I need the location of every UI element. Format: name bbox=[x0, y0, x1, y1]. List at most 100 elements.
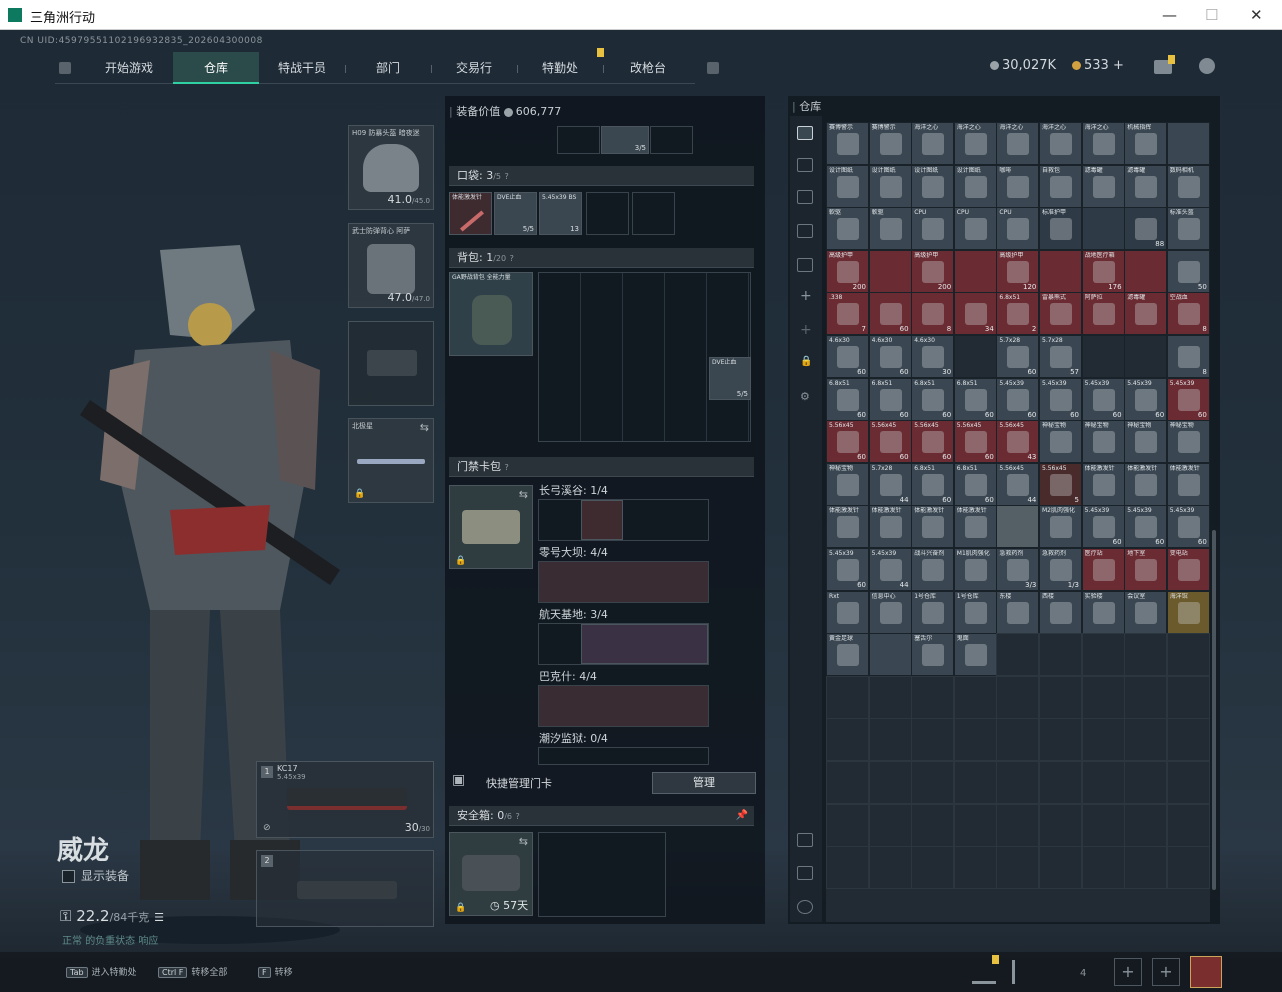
keycard-item[interactable] bbox=[581, 624, 708, 664]
stash-item[interactable]: 5.45x39 60 bbox=[996, 377, 1040, 421]
swap-icon[interactable]: ⇆ bbox=[519, 835, 528, 848]
stash-empty-cell[interactable] bbox=[996, 846, 1040, 890]
pocket-item[interactable]: 体能激发针 bbox=[449, 192, 492, 235]
stash-empty-cell[interactable] bbox=[826, 675, 869, 719]
sort-icon[interactable] bbox=[797, 833, 813, 847]
stash-empty-cell[interactable] bbox=[911, 846, 955, 890]
stash-item[interactable]: .338 7 bbox=[826, 292, 869, 336]
keymap-row[interactable] bbox=[538, 561, 709, 603]
invite-slot-icon[interactable]: + bbox=[1152, 958, 1180, 986]
pistol-slot[interactable] bbox=[348, 321, 434, 406]
stash-item[interactable]: 体能激发针 bbox=[826, 505, 869, 549]
stash-item[interactable]: 体能激发针 bbox=[868, 505, 912, 549]
stash-item[interactable]: 机械指挥 bbox=[1124, 122, 1168, 165]
secondary-weapon-slot[interactable]: 2 bbox=[256, 850, 434, 927]
tab-warehouse[interactable]: 仓库 bbox=[173, 52, 259, 84]
pocket-cell[interactable] bbox=[632, 192, 675, 235]
stash-item[interactable]: 咖啡 bbox=[996, 164, 1040, 208]
stash-empty-cell[interactable] bbox=[826, 761, 869, 804]
stash-scrollbar[interactable] bbox=[1212, 530, 1216, 890]
stash-item[interactable]: 6.8x51 60 bbox=[826, 377, 869, 421]
coupon-balance[interactable]: 533 + bbox=[1072, 58, 1124, 73]
stash-empty-cell[interactable] bbox=[1124, 633, 1168, 677]
keycase-slot[interactable]: ⇆ 🔒 bbox=[449, 485, 533, 569]
stash-item[interactable]: 5.45x39 60 bbox=[1166, 377, 1210, 421]
keycard-item[interactable] bbox=[581, 500, 623, 540]
stash-empty-cell[interactable] bbox=[1039, 675, 1082, 719]
primary-weapon-slot[interactable]: 1 KC17 5.45x39 ⊘ 30/30 bbox=[256, 761, 434, 838]
stash-empty-cell[interactable] bbox=[826, 846, 869, 890]
stash-item[interactable]: 急救药剂 3/3 bbox=[996, 548, 1040, 591]
stash-item[interactable] bbox=[1081, 335, 1125, 378]
stash-item[interactable]: 神秘宝物 bbox=[1039, 420, 1082, 464]
stash-item[interactable]: 体能激发针 bbox=[1166, 462, 1210, 506]
stash-item[interactable]: 滤毒罐 bbox=[1124, 164, 1168, 208]
stash-item[interactable]: 塞舌尔 bbox=[911, 633, 955, 677]
help-icon[interactable]: ? bbox=[505, 463, 509, 472]
stash-empty-cell[interactable] bbox=[1166, 803, 1210, 847]
stash-item[interactable]: 6.8x51 2 bbox=[996, 292, 1040, 336]
pocket-item[interactable]: 5.45x39 BS 13 bbox=[539, 192, 582, 235]
stash-item[interactable]: 数码相机 bbox=[1166, 164, 1210, 208]
stash-item[interactable]: 5.56x45 60 bbox=[826, 420, 869, 464]
help-icon[interactable]: ? bbox=[516, 812, 520, 821]
stash-item[interactable]: 5.45x39 60 bbox=[826, 548, 869, 591]
armor-slot[interactable]: 武士防弹背心 阿萨 47.0/47.0 bbox=[348, 223, 434, 308]
stash-item[interactable]: 医疗站 bbox=[1081, 548, 1125, 591]
stash-item[interactable]: 5.56x45 60 bbox=[911, 420, 955, 464]
stash-item[interactable]: 5.45x39 44 bbox=[868, 548, 912, 591]
stash-empty-cell[interactable] bbox=[911, 803, 955, 847]
stash-empty-cell[interactable] bbox=[868, 803, 912, 847]
stash-item[interactable]: 信息中心 bbox=[868, 590, 912, 634]
stash-item[interactable]: 海洋之心 bbox=[1081, 122, 1125, 165]
stash-empty-cell[interactable] bbox=[911, 718, 955, 762]
stash-empty-cell[interactable] bbox=[1039, 718, 1082, 762]
flag-icon[interactable] bbox=[1012, 960, 1036, 984]
stash-item[interactable]: 海洋之心 bbox=[996, 122, 1040, 165]
stash-empty-cell[interactable] bbox=[953, 803, 997, 847]
stash-empty-cell[interactable] bbox=[826, 803, 869, 847]
stash-item[interactable]: 海洋之心 bbox=[953, 122, 997, 165]
stash-empty-cell[interactable] bbox=[1039, 803, 1082, 847]
add-stash-tab-icon[interactable]: + bbox=[800, 322, 812, 338]
backpack-item[interactable]: DVE止血 5/5 bbox=[709, 357, 751, 400]
stash-item[interactable]: 8 bbox=[1166, 335, 1210, 378]
stash-item[interactable]: 5.56x45 43 bbox=[996, 420, 1040, 464]
stash-item[interactable]: 标准护甲 bbox=[1039, 207, 1082, 251]
stash-item[interactable]: 体能激发针 bbox=[1081, 462, 1125, 506]
stash-item[interactable]: 海洋之心 bbox=[911, 122, 955, 165]
stash-item[interactable]: 实验楼 bbox=[1081, 590, 1125, 634]
safebox-grid[interactable] bbox=[538, 832, 666, 917]
player-avatar[interactable] bbox=[1190, 956, 1222, 988]
tab-operators[interactable]: 特战干员 bbox=[259, 52, 345, 84]
stash-item[interactable]: 5.45x39 60 bbox=[1166, 505, 1210, 549]
stash-item[interactable]: 自救包 bbox=[1039, 164, 1082, 208]
stash-item[interactable]: 5.56x45 5 bbox=[1039, 462, 1082, 506]
stash-empty-cell[interactable] bbox=[1081, 803, 1125, 847]
stash-item[interactable] bbox=[868, 249, 912, 293]
stash-item[interactable]: 5.56x45 60 bbox=[953, 420, 997, 464]
stash-item[interactable]: 设计图纸 bbox=[911, 164, 955, 208]
stash-item[interactable]: 4.6x30 60 bbox=[826, 335, 869, 378]
swap-icon[interactable]: ⇆ bbox=[420, 421, 429, 434]
stash-item[interactable]: 88 bbox=[1124, 207, 1168, 251]
stash-grid[interactable]: 赛博警示 赛博警示 海洋之心 海洋之心 海洋之心 海洋之心 海洋之心 机械指挥 设计图纸 设计图纸… bbox=[826, 122, 1210, 922]
swap-icon[interactable]: ⇆ bbox=[519, 488, 528, 501]
stash-item[interactable]: 50 bbox=[1166, 249, 1210, 293]
pin-icon[interactable]: 📌 bbox=[736, 806, 748, 826]
stash-empty-cell[interactable] bbox=[868, 718, 912, 762]
stash-item[interactable]: 軟驱 bbox=[868, 207, 912, 251]
stash-item[interactable]: 6.8x51 60 bbox=[953, 377, 997, 421]
helmet-slot[interactable]: H09 防暴头盔 暗夜迷 41.0/45.0 bbox=[348, 125, 434, 210]
stash-item[interactable]: 高级护甲 120 bbox=[996, 249, 1040, 293]
stash-item[interactable]: 34 bbox=[953, 292, 997, 336]
hint-transfer[interactable]: F 转移 bbox=[258, 965, 293, 978]
stash-item[interactable] bbox=[1039, 249, 1082, 293]
stash-item[interactable]: 5.7x28 44 bbox=[868, 462, 912, 506]
stash-tab-all-icon[interactable] bbox=[797, 126, 813, 140]
stash-item[interactable]: 战斗兴奋剂 bbox=[911, 548, 955, 591]
stash-item[interactable]: 滤毒罐 bbox=[1124, 292, 1168, 336]
hint-special-ops[interactable]: Tab 进入特勤处 bbox=[66, 965, 137, 978]
stash-item[interactable]: 设计图纸 bbox=[953, 164, 997, 208]
stash-item[interactable] bbox=[1081, 207, 1125, 251]
